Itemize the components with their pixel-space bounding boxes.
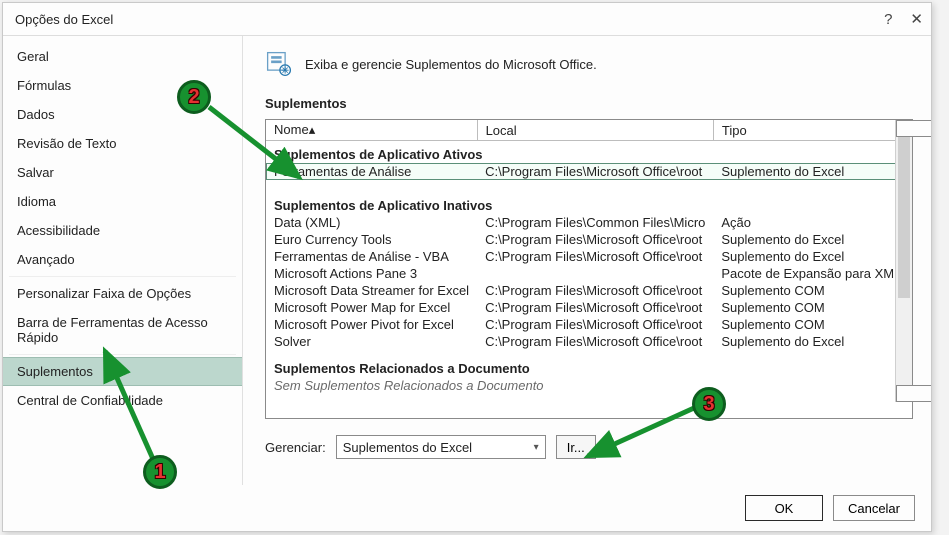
section-heading: Suplementos — [265, 96, 913, 111]
intro-text: Exiba e gerencie Suplementos do Microsof… — [305, 57, 597, 72]
excel-options-dialog: Opções do Excel ? ✕ Geral Fórmulas Dados… — [2, 2, 932, 532]
addin-row[interactable]: Ferramentas de Análise - VBAC:\Program F… — [266, 248, 895, 265]
group-inactive: Suplementos de Aplicativo Inativos — [266, 180, 895, 214]
col-location[interactable]: Local — [477, 120, 713, 141]
go-button[interactable]: Ir... — [556, 435, 596, 459]
scroll-up-icon[interactable]: ▲ — [896, 120, 931, 137]
addins-grid: Nome▴ Local Tipo Suplementos de Aplicati… — [265, 119, 913, 419]
doc-related-title: Suplementos Relacionados a Documento — [274, 361, 895, 376]
sidebar-item-idioma[interactable]: Idioma — [3, 187, 242, 216]
annotation-badge-1: 1 — [143, 455, 177, 489]
vertical-scrollbar[interactable]: ▲ ▼ — [895, 120, 912, 402]
close-icon[interactable]: ✕ — [910, 10, 923, 28]
title-bar: Opções do Excel ? ✕ — [3, 3, 931, 35]
sidebar-item-central-confiabilidade[interactable]: Central de Confiabilidade — [3, 386, 242, 415]
addin-row[interactable]: Data (XML)C:\Program Files\Common Files\… — [266, 214, 895, 231]
annotation-badge-3: 3 — [692, 387, 726, 421]
addin-row[interactable]: Ferramentas de Análise C:\Program Files\… — [266, 163, 895, 180]
doc-related-empty: Sem Suplementos Relacionados a Documento — [274, 378, 895, 393]
sidebar-item-acessibilidade[interactable]: Acessibilidade — [3, 216, 242, 245]
main-panel: Exiba e gerencie Suplementos do Microsof… — [243, 36, 931, 485]
scroll-thumb[interactable] — [898, 137, 910, 298]
addin-row[interactable]: Microsoft Data Streamer for ExcelC:\Prog… — [266, 282, 895, 299]
col-name[interactable]: Nome▴ — [266, 120, 477, 141]
addin-row[interactable]: Euro Currency ToolsC:\Program Files\Micr… — [266, 231, 895, 248]
manage-combo[interactable]: Suplementos do Excel ▾ — [336, 435, 546, 459]
ok-button[interactable]: OK — [745, 495, 823, 521]
dialog-footer: OK Cancelar — [3, 485, 931, 531]
addin-row[interactable]: Microsoft Power Pivot for ExcelC:\Progra… — [266, 316, 895, 333]
addins-manage-icon — [265, 50, 293, 78]
window-title: Opções do Excel — [15, 12, 113, 27]
sidebar-item-revisao[interactable]: Revisão de Texto — [3, 129, 242, 158]
sidebar-item-suplementos[interactable]: Suplementos — [3, 357, 242, 386]
cancel-button[interactable]: Cancelar — [833, 495, 915, 521]
sidebar-item-personalizar-faixa[interactable]: Personalizar Faixa de Opções — [3, 279, 242, 308]
group-active: Suplementos de Aplicativo Ativos — [266, 141, 895, 164]
annotation-badge-2: 2 — [177, 80, 211, 114]
addin-row[interactable]: Microsoft Power Map for ExcelC:\Program … — [266, 299, 895, 316]
help-icon[interactable]: ? — [884, 11, 892, 28]
addin-row[interactable]: SolverC:\Program Files\Microsoft Office\… — [266, 333, 895, 350]
sort-asc-icon: ▴ — [309, 122, 316, 137]
addin-row[interactable]: Microsoft Actions Pane 3Pacote de Expans… — [266, 265, 895, 282]
manage-label: Gerenciar: — [265, 440, 326, 455]
sidebar-item-geral[interactable]: Geral — [3, 42, 242, 71]
manage-combo-value: Suplementos do Excel — [343, 440, 472, 455]
chevron-down-icon: ▾ — [534, 442, 539, 453]
sidebar-item-avancado[interactable]: Avançado — [3, 245, 242, 274]
col-type[interactable]: Tipo — [713, 120, 895, 141]
sidebar-item-salvar[interactable]: Salvar — [3, 158, 242, 187]
sidebar-item-barra-acesso-rapido[interactable]: Barra de Ferramentas de Acesso Rápido — [3, 308, 242, 352]
scroll-down-icon[interactable]: ▼ — [896, 385, 931, 402]
